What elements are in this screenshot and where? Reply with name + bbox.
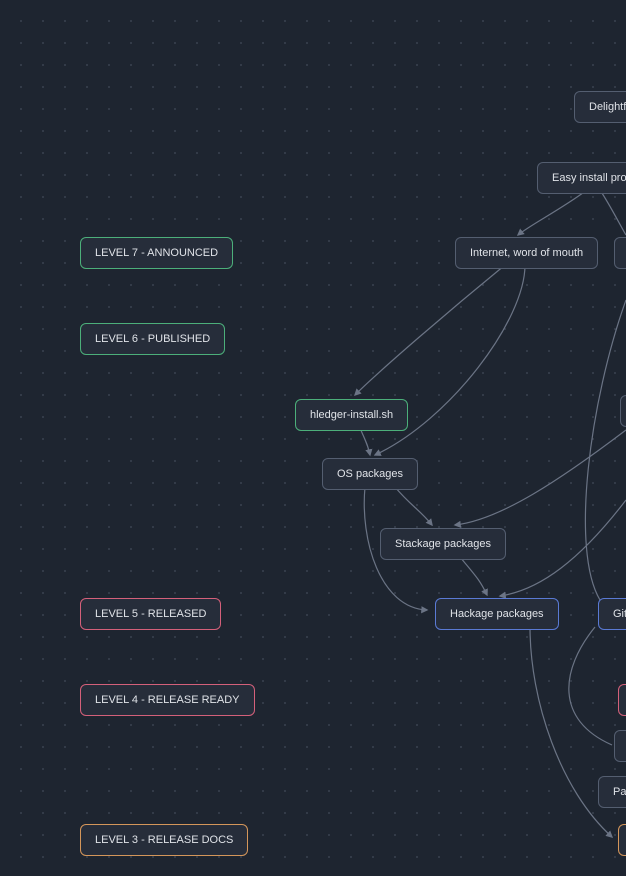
node-easy-install[interactable]: Easy install process (537, 162, 626, 194)
node-hackage[interactable]: Hackage packages (435, 598, 559, 630)
level-7[interactable]: LEVEL 7 - ANNOUNCED (80, 237, 233, 269)
level-5[interactable]: LEVEL 5 - RELEASED (80, 598, 221, 630)
dot-grid-background (0, 0, 626, 876)
node-install-sh[interactable]: hledger-install.sh (295, 399, 408, 431)
node-right-a[interactable] (614, 237, 626, 269)
node-pass[interactable]: Pass (598, 776, 626, 808)
level-4[interactable]: LEVEL 4 - RELEASE READY (80, 684, 255, 716)
node-right-e[interactable] (618, 824, 626, 856)
node-internet[interactable]: Internet, word of mouth (455, 237, 598, 269)
node-delightful[interactable]: Delightful (574, 91, 626, 123)
level-6[interactable]: LEVEL 6 - PUBLISHED (80, 323, 225, 355)
node-stackage[interactable]: Stackage packages (380, 528, 506, 560)
node-right-c[interactable] (618, 684, 626, 716)
node-right-b[interactable] (620, 395, 626, 427)
node-right-d[interactable] (614, 730, 626, 762)
node-github[interactable]: Github (598, 598, 626, 630)
level-3[interactable]: LEVEL 3 - RELEASE DOCS (80, 824, 248, 856)
node-os-packages[interactable]: OS packages (322, 458, 418, 490)
